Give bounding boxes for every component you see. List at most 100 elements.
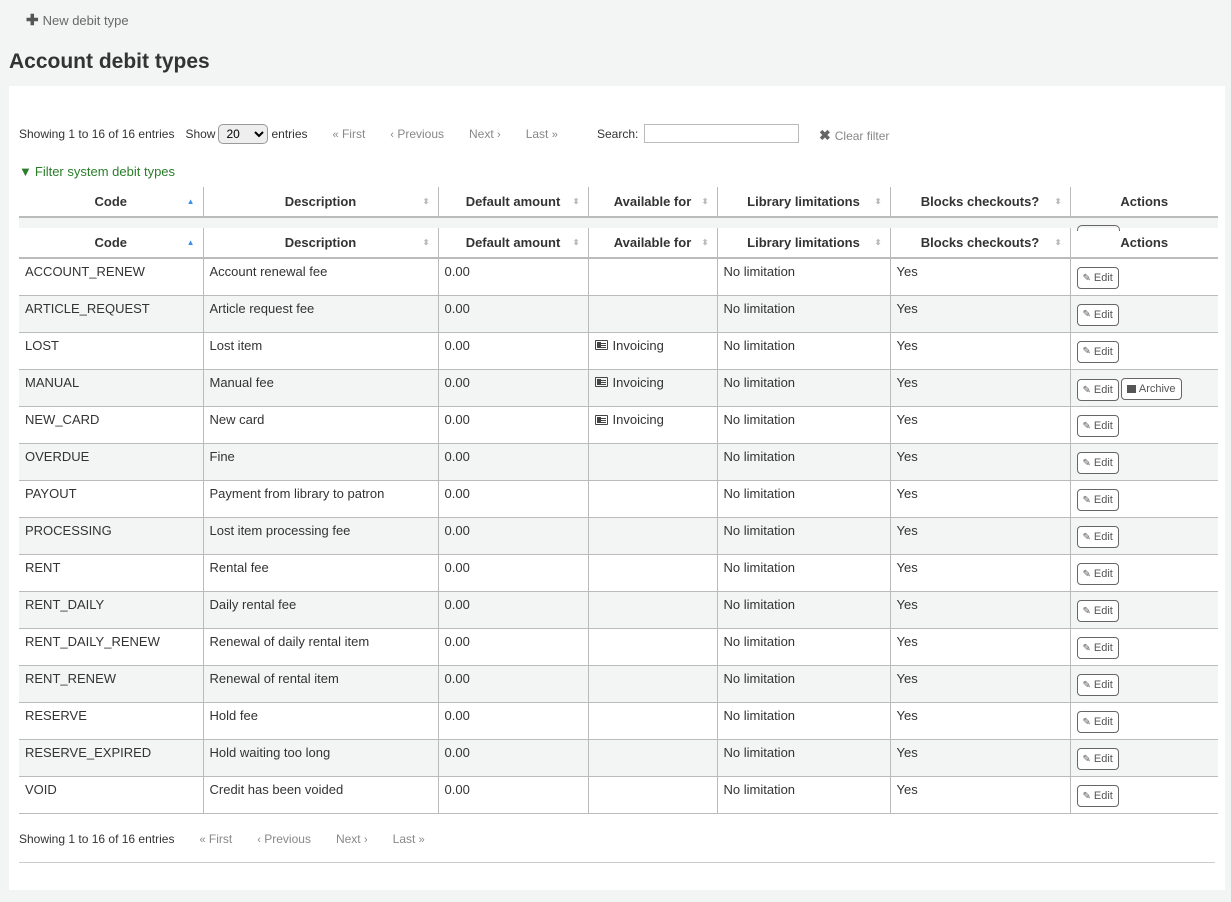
next-page-button-bottom[interactable]: Next › — [336, 832, 368, 846]
edit-button[interactable]: ✎ Edit — [1076, 637, 1119, 659]
next-page-button[interactable]: Next › — [469, 127, 501, 141]
table-row: OVERDUE Fine 0.00 No limitation Yes ✎ Edit — [19, 443, 1218, 481]
cell-amount: 0.00 — [437, 776, 588, 814]
new-debit-type-button[interactable]: ✚ New debit type — [26, 13, 129, 28]
cell-actions: ✎ Edit — [1069, 480, 1218, 518]
column-header-library-limitations[interactable]: Library limitations ⬍ — [716, 228, 890, 259]
double-chevron-right-icon: » — [418, 834, 425, 846]
column-header-label: Actions — [1120, 194, 1169, 209]
clear-filter-button[interactable]: ✖ Clear filter — [819, 127, 889, 144]
cell-available-for — [587, 554, 717, 592]
sort-icon: ⬍ — [874, 237, 882, 247]
table-row: RENT_DAILY_RENEW Renewal of daily rental … — [19, 628, 1218, 666]
column-header-label: Description — [284, 194, 357, 209]
cell-code: MANUAL — [19, 369, 203, 407]
column-header-default-amount[interactable]: Default amount ⬍ — [437, 187, 588, 218]
edit-button[interactable]: ✎ Edit — [1076, 526, 1119, 548]
edit-button[interactable]: ✎ Edit — [1076, 415, 1119, 437]
cell-available-for — [587, 628, 717, 666]
last-page-button[interactable]: Last » — [526, 127, 558, 141]
archive-icon — [1126, 384, 1136, 393]
column-header-description[interactable]: Description ⬍ — [202, 187, 438, 218]
cell-description: Account renewal fee — [202, 258, 438, 296]
column-header-code[interactable]: Code ▲ — [19, 187, 203, 218]
table-controls-bottom: Showing 1 to 16 of 16 entries « First ‹ … — [19, 832, 425, 846]
pencil-icon: ✎ — [1082, 494, 1091, 506]
edit-button[interactable]: ✎ Edit — [1076, 489, 1119, 511]
cell-library: No limitation — [716, 739, 890, 777]
sort-icon: ⬍ — [1054, 237, 1062, 247]
chevron-right-icon: › — [497, 129, 501, 141]
column-header-default-amount[interactable]: Default amount ⬍ — [437, 228, 588, 259]
column-header-description[interactable]: Description ⬍ — [202, 228, 438, 259]
table-row: ACCOUNT_RENEW Account renewal fee 0.00 No l… — [19, 258, 1218, 296]
cell-blocks: Yes — [889, 591, 1070, 629]
id-card-icon — [594, 340, 608, 350]
edit-button[interactable]: ✎ Edit — [1076, 785, 1119, 807]
cell-description: Hold waiting too long — [202, 739, 438, 777]
entries-label: entries — [271, 127, 308, 141]
cell-description: Hold fee — [202, 702, 438, 740]
edit-button[interactable]: ✎ Edit — [1076, 711, 1119, 733]
cell-library: No limitation — [716, 517, 890, 555]
edit-button[interactable]: ✎ Edit — [1076, 379, 1119, 401]
table-row: ARTICLE_REQUEST Article request fee 0.00 No… — [19, 295, 1218, 333]
column-header-library-limitations[interactable]: Library limitations ⬍ — [716, 187, 890, 218]
cell-library: No limitation — [716, 702, 890, 740]
cell-available-for: Invoicing — [587, 406, 717, 444]
sort-icon: ⬍ — [701, 196, 709, 206]
column-header-available-for[interactable]: Available for ⬍ — [587, 228, 717, 259]
cell-amount: 0.00 — [437, 480, 588, 518]
cell-blocks: Yes — [889, 628, 1070, 666]
table-row: PROCESSING Lost item processing fee 0.00 No… — [19, 517, 1218, 555]
search-label: Search: — [597, 126, 639, 141]
edit-button[interactable]: ✎ Edit — [1076, 674, 1119, 696]
sort-icon: ⬍ — [874, 196, 882, 206]
cell-actions: ✎ Edit — [1069, 554, 1218, 592]
header-spacer — [19, 218, 1218, 228]
column-header-label: Available for — [613, 194, 692, 209]
debit-types-table: Code ▲ Description ⬍ Default amount ⬍ Availabl… — [19, 228, 1218, 814]
filter-system-debit-types-link[interactable]: ▼ Filter system debit types — [19, 164, 175, 179]
page-title: Account debit types — [9, 50, 210, 73]
cell-available-for — [587, 739, 717, 777]
column-header-code[interactable]: Code ▲ — [19, 228, 203, 259]
cell-available-for — [587, 258, 717, 296]
search-input[interactable] — [644, 124, 800, 143]
cell-code: RESERVE — [19, 702, 203, 740]
cell-available-for: Invoicing — [587, 332, 717, 370]
edit-button[interactable]: ✎ Edit — [1076, 563, 1119, 585]
edit-button[interactable]: ✎ Edit — [1076, 452, 1119, 474]
column-header-blocks-checkouts[interactable]: Blocks checkouts? ⬍ — [889, 228, 1070, 259]
column-header-available-for[interactable]: Available for ⬍ — [587, 187, 717, 218]
last-page-button-bottom[interactable]: Last » — [393, 832, 425, 846]
page-size-select[interactable]: 20 — [218, 124, 269, 144]
edit-button[interactable]: ✎ Edit — [1076, 303, 1119, 326]
cell-blocks: Yes — [889, 517, 1070, 555]
previous-page-button[interactable]: ‹ Previous — [390, 127, 444, 141]
column-header-blocks-checkouts[interactable]: Blocks checkouts? ⬍ — [889, 187, 1070, 218]
cell-description: Daily rental fee — [202, 591, 438, 629]
archive-button[interactable]: Archive — [1120, 377, 1182, 400]
pencil-icon: ✎ — [1082, 457, 1091, 469]
edit-button[interactable]: ✎ Edit — [1076, 600, 1119, 622]
cell-blocks: Yes — [889, 480, 1070, 518]
edit-button[interactable]: ✎ Edit — [1076, 267, 1119, 289]
cell-actions: ✎ Edit — [1069, 665, 1218, 703]
divider — [19, 862, 1215, 863]
cell-blocks: Yes — [889, 406, 1070, 444]
edit-button[interactable]: ✎ Edit — [1076, 340, 1119, 363]
edit-button[interactable]: ✎ Edit — [1076, 748, 1119, 770]
cell-description: Manual fee — [202, 369, 438, 407]
available-for-invoicing: Invoicing — [594, 412, 664, 427]
cell-code: RENT_DAILY_RENEW — [19, 628, 203, 666]
double-chevron-left-icon: « — [332, 129, 339, 141]
first-page-button-bottom[interactable]: « First — [199, 832, 232, 846]
id-card-icon — [594, 414, 608, 425]
sort-icon: ⬍ — [572, 196, 580, 206]
column-header-label: Default amount — [465, 235, 561, 250]
cell-blocks: Yes — [889, 739, 1070, 777]
first-page-button[interactable]: « First — [333, 127, 366, 141]
cell-description: Lost item — [202, 332, 438, 370]
previous-page-button-bottom[interactable]: ‹ Previous — [257, 832, 311, 846]
